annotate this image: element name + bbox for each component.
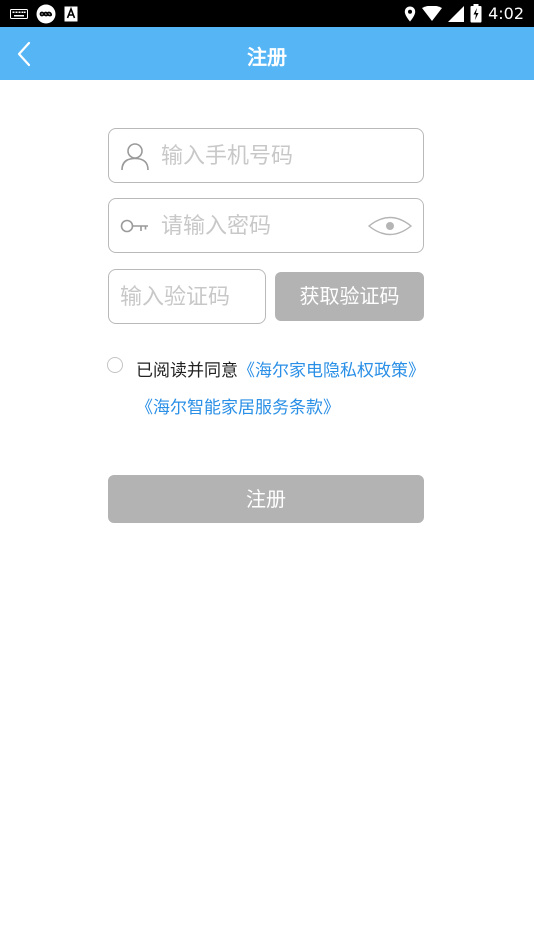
key-icon (120, 219, 148, 233)
app-bar: 注册 (0, 27, 534, 80)
user-icon (121, 143, 149, 171)
agreement-prefix: 已阅读并同意 (136, 361, 238, 381)
privacy-policy-link[interactable]: 《海尔家电隐私权政策》 (238, 361, 425, 381)
infinity-app-icon (36, 4, 56, 23)
password-input[interactable] (161, 207, 361, 245)
agreement-radio[interactable] (107, 357, 123, 373)
battery-icon (470, 4, 482, 23)
verification-code-input[interactable] (120, 278, 256, 316)
status-bar-right: 4:02 (404, 2, 524, 25)
location-icon (404, 6, 416, 21)
status-time: 4:02 (488, 4, 524, 23)
keyboard-icon (10, 8, 28, 19)
a-app-icon (64, 6, 78, 21)
status-bar: 4:02 (0, 0, 534, 27)
page-title: 注册 (247, 45, 287, 69)
register-button[interactable]: 注册 (108, 475, 424, 523)
wifi-icon (422, 5, 443, 21)
agreement-line-2: 《海尔智能家居服务条款》 (136, 393, 340, 418)
password-field[interactable] (108, 198, 424, 253)
agreement-text: 已阅读并同意《海尔家电隐私权政策》 (136, 356, 425, 381)
show-password-toggle[interactable] (367, 212, 413, 240)
phone-input[interactable] (161, 137, 361, 175)
phone-field[interactable] (108, 128, 424, 183)
signal-icon (448, 5, 465, 22)
eye-icon (367, 216, 413, 236)
terms-of-service-link[interactable]: 《海尔智能家居服务条款》 (136, 398, 340, 418)
status-bar-left (10, 4, 78, 23)
get-code-button[interactable]: 获取验证码 (275, 272, 424, 321)
verification-code-field[interactable] (108, 269, 266, 324)
